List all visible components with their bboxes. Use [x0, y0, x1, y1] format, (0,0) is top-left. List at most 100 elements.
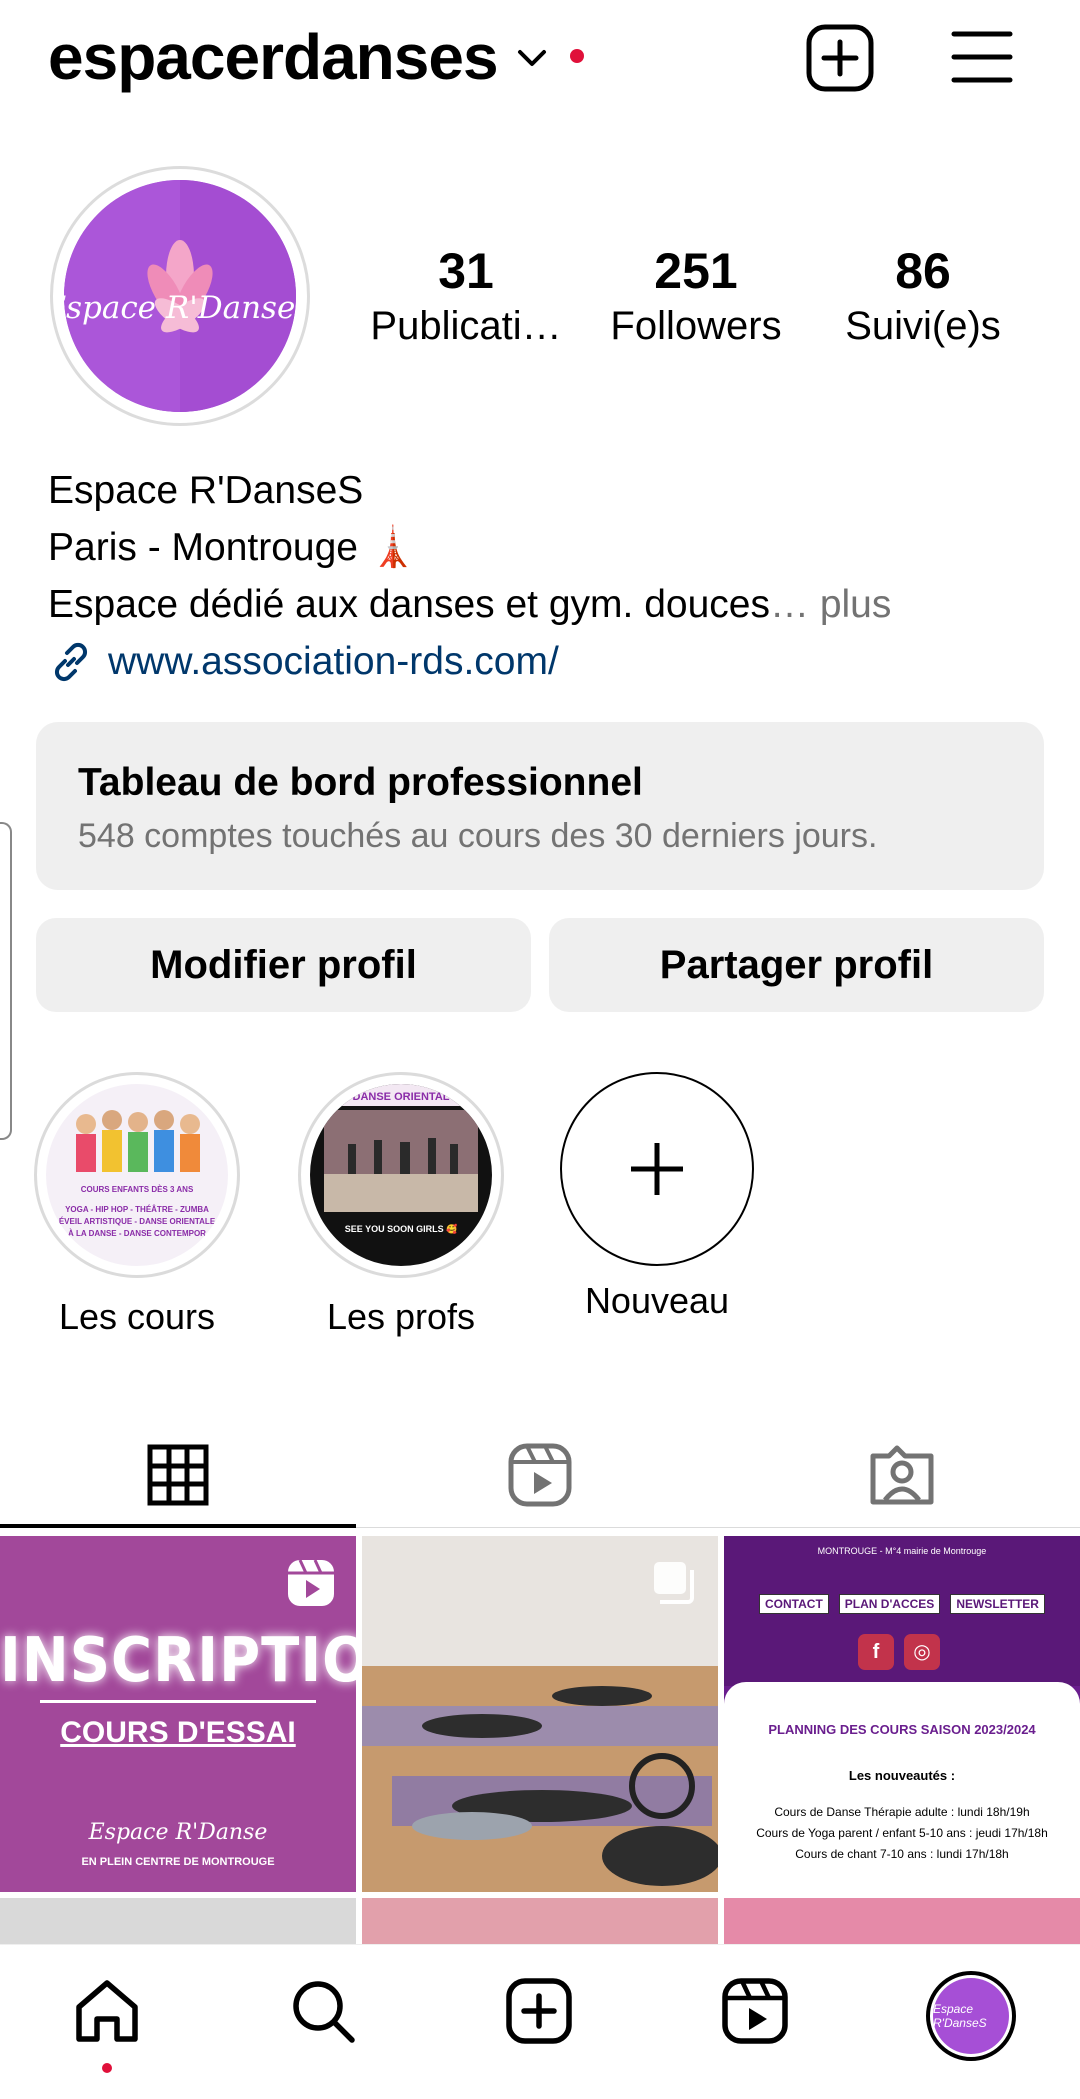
- create-icon: [506, 1978, 572, 2044]
- nav-search[interactable]: [283, 1971, 363, 2051]
- post-pilates-class[interactable]: [362, 1536, 718, 1892]
- active-tab-indicator: [0, 1524, 356, 1528]
- bio-description: Espace dédié aux danses et gym. douces: [48, 583, 770, 626]
- highlight-label: Les profs: [326, 1296, 476, 1337]
- dashboard-title: Tableau de bord professionnel: [78, 761, 643, 804]
- professional-dashboard[interactable]: Tableau de bord professionnel 548 compte…: [36, 722, 1044, 890]
- display-name: Espace R'DanseS: [48, 469, 364, 512]
- tab-posts-grid[interactable]: [0, 1420, 356, 1530]
- tab-tagged[interactable]: [724, 1420, 1080, 1530]
- planning-nav: CONTACT PLAN D'ACCES NEWSLETTER: [724, 1594, 1080, 1614]
- following-count-label: Suivi(e)s: [845, 304, 1001, 348]
- following-count-value: 86: [895, 243, 951, 299]
- planning-line: Cours de chant 7-10 ans : lundi 17h/18h: [795, 1847, 1009, 1861]
- posts-count-value: 31: [438, 243, 494, 299]
- home-icon: [76, 1980, 138, 2042]
- planning-nav-contact: CONTACT: [759, 1594, 829, 1614]
- new-highlight-ring: [560, 1072, 754, 1266]
- account-switcher-username[interactable]: espacerdanses: [48, 20, 499, 94]
- carousel-badge-icon: [654, 1562, 694, 1604]
- planning-title: PLANNING DES COURS SAISON 2023/2024: [768, 1722, 1036, 1737]
- notification-dot: [570, 49, 584, 63]
- planning-card: PLANNING DES COURS SAISON 2023/2024 Les …: [724, 1682, 1080, 1892]
- home-notification-dot: [102, 2063, 112, 2073]
- hamburger-menu-icon[interactable]: [950, 28, 1014, 86]
- planning-header: MONTROUGE - M°4 mairie de Montrouge CONT…: [724, 1536, 1080, 1686]
- post-inscription[interactable]: INSCRIPTION COURS D'ESSAI Espace R'Danse…: [0, 1536, 356, 1892]
- plus-icon: [631, 1143, 683, 1195]
- top-bar: espacerdanses: [0, 0, 1080, 120]
- planning-lines: Cours de Danse Thérapie adulte : lundi 1…: [738, 1802, 1066, 1865]
- edge-panel-handle[interactable]: [0, 822, 12, 1140]
- svg-text:DANSE ORIENTAL: DANSE ORIENTAL: [353, 1091, 450, 1103]
- svg-text:ÉVEIL ARTISTIQUE - DANSE ORIEN: ÉVEIL ARTISTIQUE - DANSE ORIENTALE: [59, 1217, 216, 1226]
- svg-text:YOGA - HIP HOP - THÉÂTRE - ZUM: YOGA - HIP HOP - THÉÂTRE - ZUMBA: [65, 1205, 209, 1214]
- reels-icon: [508, 1443, 572, 1507]
- nav-reels[interactable]: [715, 1971, 795, 2051]
- followers-count[interactable]: 251 Followers: [600, 242, 792, 352]
- bio-location: Paris - Montrouge 🗼: [48, 526, 418, 569]
- planning-line: Cours de Yoga parent / enfant 5-10 ans :…: [756, 1826, 1048, 1840]
- svg-text:SEE YOU SOON GIRLS 🥰: SEE YOU SOON GIRLS 🥰: [345, 1223, 458, 1234]
- create-post-icon[interactable]: [804, 22, 876, 94]
- bio-more-link[interactable]: plus: [820, 583, 892, 626]
- nav-home[interactable]: [67, 1971, 147, 2051]
- svg-text:COURS ENFANTS DÈS 3 ANS: COURS ENFANTS DÈS 3 ANS: [81, 1185, 194, 1194]
- profile-picture: Espace R'DanseS: [64, 180, 296, 412]
- planning-nav-newsletter: NEWSLETTER: [950, 1594, 1045, 1614]
- bio-ellipsis: …: [769, 583, 820, 626]
- reels-icon: [722, 1978, 788, 2044]
- facebook-icon: f: [858, 1634, 894, 1670]
- tagged-person-icon: [870, 1445, 934, 1505]
- edit-profile-button[interactable]: Modifier profil: [36, 918, 531, 1012]
- posts-count-label: Publicati…: [370, 304, 562, 348]
- post-logo: Espace R'Danse: [88, 1820, 268, 1845]
- svg-text:Espace R'DanseS: Espace R'DanseS: [64, 290, 296, 326]
- highlight-les-cours[interactable]: COURS ENFANTS DÈS 3 ANS YOGA - HIP HOP -…: [34, 1072, 240, 1338]
- instagram-icon: ◎: [904, 1634, 940, 1670]
- profile-tabs: [0, 1420, 1080, 1530]
- link-icon: [54, 642, 88, 681]
- profile-avatar[interactable]: Espace R'DanseS: [50, 166, 310, 426]
- new-highlight-button[interactable]: Nouveau: [560, 1072, 754, 1322]
- highlight-ring: COURS ENFANTS DÈS 3 ANS YOGA - HIP HOP -…: [34, 1072, 240, 1278]
- grid-icon: [147, 1444, 209, 1506]
- posts-count[interactable]: 31 Publicati…: [368, 242, 564, 352]
- nav-profile-avatar: Espace R'DanseS: [933, 1978, 1009, 2054]
- dashboard-subtitle: 548 comptes touchés au cours des 30 dern…: [78, 817, 878, 855]
- bio-description-line: Espace dédié aux danses et gym. douces… …: [48, 576, 1048, 633]
- post-item[interactable]: [724, 1898, 1080, 1948]
- post-planning[interactable]: MONTROUGE - M°4 mairie de Montrouge CONT…: [724, 1536, 1080, 1892]
- highlight-ring: DANSE ORIENTAL SEE YOU SOON GIRLS 🥰: [298, 1072, 504, 1278]
- highlight-profs-image: DANSE ORIENTAL SEE YOU SOON GIRLS 🥰: [310, 1084, 492, 1266]
- share-profile-button[interactable]: Partager profil: [549, 918, 1044, 1012]
- highlight-les-profs[interactable]: DANSE ORIENTAL SEE YOU SOON GIRLS 🥰 Les …: [298, 1072, 504, 1338]
- post-footer: EN PLEIN CENTRE DE MONTROUGE: [81, 1856, 275, 1868]
- search-icon: [293, 1981, 355, 2043]
- followers-count-value: 251: [654, 243, 738, 299]
- post-title: INSCRIPTION: [0, 1624, 356, 1697]
- planning-new-heading: Les nouveautés :: [848, 1768, 956, 1783]
- logo-image: Espace R'DanseS: [64, 180, 296, 412]
- website-link[interactable]: www.association-rds.com/: [48, 633, 1048, 690]
- post-title-underline: [40, 1700, 316, 1703]
- tab-reels[interactable]: [362, 1420, 718, 1530]
- following-count[interactable]: 86 Suivi(e)s: [834, 242, 1012, 352]
- post-item[interactable]: [0, 1898, 356, 1948]
- new-highlight-label: Nouveau: [584, 1280, 730, 1321]
- post-item[interactable]: [362, 1898, 718, 1948]
- highlight-cover-profs: DANSE ORIENTAL SEE YOU SOON GIRLS 🥰: [310, 1084, 492, 1266]
- nav-create[interactable]: [499, 1971, 579, 2051]
- profile-bio: Espace R'DanseS Paris - Montrouge 🗼 Espa…: [48, 462, 1048, 690]
- bottom-navigation: Espace R'DanseS: [0, 1944, 1080, 2099]
- followers-count-label: Followers: [610, 304, 782, 348]
- reel-badge-icon: [288, 1559, 334, 1606]
- nav-profile[interactable]: Espace R'DanseS: [926, 1971, 1016, 2061]
- planning-nav-plan: PLAN D'ACCES: [838, 1594, 941, 1614]
- planning-location: MONTROUGE - M°4 mairie de Montrouge: [817, 1546, 987, 1556]
- svg-text:À LA DANSE - DANSE CONTEMPOR: À LA DANSE - DANSE CONTEMPOR: [68, 1229, 206, 1238]
- website-url: www.association-rds.com/: [108, 640, 559, 683]
- post-subtitle: COURS D'ESSAI: [60, 1716, 296, 1749]
- planning-line: Cours de Danse Thérapie adulte : lundi 1…: [774, 1805, 1030, 1819]
- chevron-down-icon[interactable]: [514, 42, 550, 72]
